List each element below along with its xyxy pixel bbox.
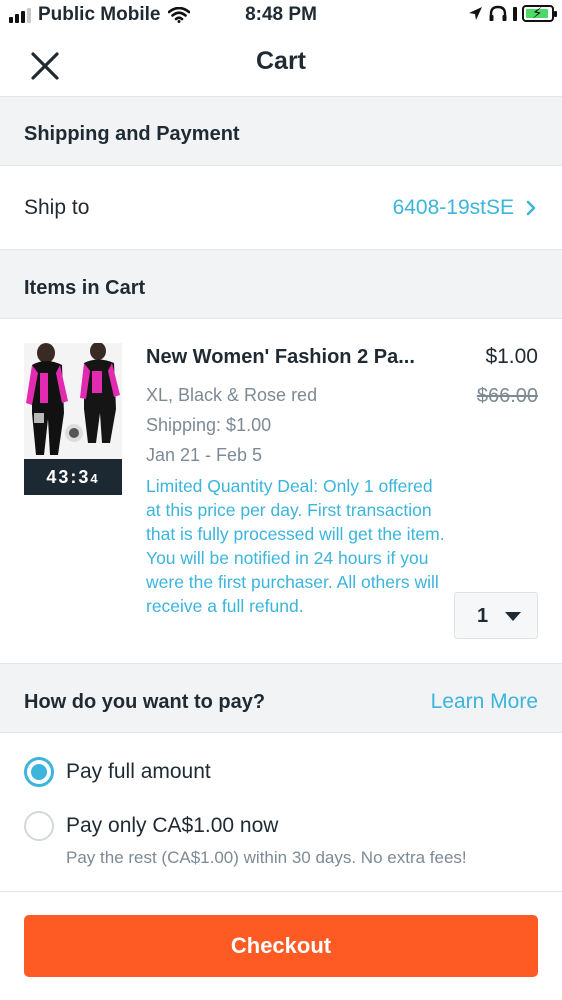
pay-partial-option[interactable]: Pay only CA$1.00 now: [0, 802, 562, 852]
timer-main: 43:3: [46, 467, 91, 487]
ship-to-label: Ship to: [24, 196, 90, 219]
deal-countdown-timer: 43:34: [24, 459, 122, 495]
items-section-header: Items in Cart: [0, 249, 562, 319]
quantity-value: 1: [477, 605, 489, 627]
header: Cart: [0, 32, 562, 96]
radio-selected-icon[interactable]: [24, 757, 54, 787]
pay-partial-label: Pay only CA$1.00 now: [66, 814, 279, 837]
shipping-section-header: Shipping and Payment: [0, 96, 562, 166]
pay-full-option[interactable]: Pay full amount: [0, 748, 562, 798]
item-price: $1.00: [485, 345, 538, 368]
learn-more-link[interactable]: Learn More: [431, 690, 538, 714]
bluetooth-bar-icon: [513, 6, 517, 21]
payment-section-header: How do you want to pay? Learn More: [0, 663, 562, 733]
shipping-section-title: Shipping and Payment: [24, 123, 240, 145]
pay-partial-note: Pay the rest (CA$1.00) within 30 days. N…: [66, 848, 467, 867]
item-title[interactable]: New Women' Fashion 2 Pa...: [146, 346, 415, 369]
pay-full-label: Pay full amount: [66, 760, 211, 783]
location-arrow-icon: [469, 7, 482, 20]
timer-small: 4: [90, 471, 100, 486]
headphones-icon: [489, 5, 507, 21]
checkout-button[interactable]: Checkout: [24, 915, 538, 977]
item-shipping: Shipping: $1.00: [146, 415, 272, 435]
payment-section-title: How do you want to pay?: [24, 691, 266, 713]
item-variant: XL, Black & Rose red: [146, 385, 318, 405]
ship-to-row[interactable]: Ship to 6408-19stSE: [0, 166, 562, 249]
chevron-right-icon[interactable]: [524, 199, 538, 217]
ship-to-address[interactable]: 6408-19stSE: [393, 196, 514, 220]
status-right: ⚡: [468, 5, 557, 22]
item-delivery-dates: Jan 21 - Feb 5: [146, 445, 263, 465]
quantity-dropdown[interactable]: 1: [454, 592, 538, 639]
limited-deal-notice: Limited Quantity Deal: Only 1 offered at…: [146, 476, 445, 616]
page-title: Cart: [255, 47, 306, 75]
item-original-price: $66.00: [476, 385, 538, 407]
product-thumbnail[interactable]: 43:34: [24, 343, 122, 495]
battery-icon: ⚡: [522, 5, 557, 22]
items-section-title: Items in Cart: [24, 277, 146, 299]
caret-down-icon: [505, 612, 521, 621]
radio-unselected-icon[interactable]: [24, 811, 54, 841]
cart-item: 43:34 New Women' Fashion 2 Pa... $1.00 $…: [0, 319, 562, 663]
status-bar: Public Mobile 8:48 PM ⚡: [0, 0, 562, 32]
divider: [0, 891, 562, 892]
